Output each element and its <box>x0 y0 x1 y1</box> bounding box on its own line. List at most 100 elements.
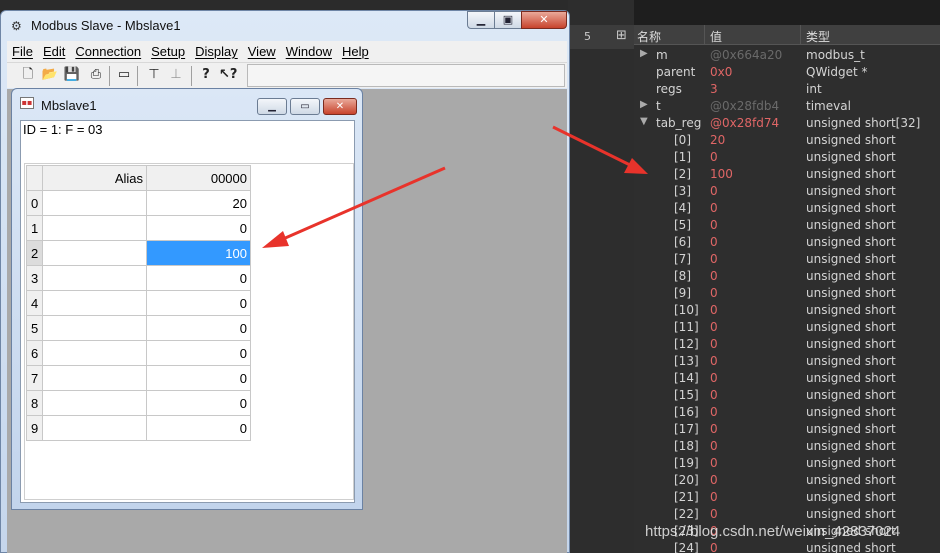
connect-icon[interactable]: ⊤ <box>145 66 163 84</box>
value-cell[interactable]: 20 <box>146 190 251 216</box>
array-type: unsigned short <box>806 456 896 470</box>
alias-cell[interactable] <box>42 315 147 341</box>
value-cell[interactable]: 0 <box>146 290 251 316</box>
expand-arrow-icon[interactable]: ▶ <box>640 48 648 59</box>
menu-edit[interactable]: Edit <box>38 44 70 59</box>
array-element-row[interactable]: [13] 0 unsigned short <box>634 354 940 371</box>
alias-cell[interactable] <box>42 390 147 416</box>
value-cell[interactable]: 0 <box>146 265 251 291</box>
array-element-row[interactable]: [6] 0 unsigned short <box>634 235 940 252</box>
context-help-icon[interactable]: ↖? <box>219 66 237 84</box>
locals-row[interactable]: ▶ m @0x664a20 modbus_t <box>634 48 940 65</box>
alias-cell[interactable] <box>42 190 147 216</box>
alias-cell[interactable] <box>42 415 147 441</box>
child-window-title: Mbslave1 <box>41 98 97 113</box>
table-row: 70 <box>26 365 251 391</box>
disconnect-icon[interactable]: ⊥ <box>167 66 185 84</box>
child-close-button[interactable]: ✕ <box>323 98 357 115</box>
locals-row[interactable]: ▶ t @0x28fdb4 timeval <box>634 99 940 116</box>
locals-row[interactable]: regs 3 int <box>634 82 940 99</box>
new-file-icon[interactable]: 🗋 <box>19 66 37 84</box>
array-element-row[interactable]: [15] 0 unsigned short <box>634 388 940 405</box>
alias-cell[interactable] <box>42 290 147 316</box>
name-column-header[interactable]: 名称 <box>637 28 661 45</box>
array-element-row[interactable]: [9] 0 unsigned short <box>634 286 940 303</box>
array-element-row[interactable]: [4] 0 unsigned short <box>634 201 940 218</box>
array-element-row[interactable]: [22] 0 unsigned short <box>634 507 940 524</box>
array-value: 0 <box>710 354 718 368</box>
menu-setup[interactable]: Setup <box>146 44 190 59</box>
close-button[interactable]: ✕ <box>521 11 567 29</box>
variable-name: t <box>656 99 661 113</box>
array-element-row[interactable]: [0] 20 unsigned short <box>634 133 940 150</box>
type-column-header[interactable]: 类型 <box>806 28 830 45</box>
menu-file[interactable]: File <box>7 44 38 59</box>
locals-row[interactable]: parent 0x0 QWidget * <box>634 65 940 82</box>
row-header: 2 <box>26 240 43 266</box>
alias-cell[interactable] <box>42 215 147 241</box>
array-element-row[interactable]: [8] 0 unsigned short <box>634 269 940 286</box>
array-element-row[interactable]: [12] 0 unsigned short <box>634 337 940 354</box>
array-index: [10] <box>674 303 699 317</box>
menu-view[interactable]: View <box>243 44 281 59</box>
value-cell[interactable]: 0 <box>146 340 251 366</box>
help-icon[interactable]: ? <box>197 66 215 84</box>
array-value: 0 <box>710 150 718 164</box>
row-header: 4 <box>26 290 43 316</box>
selected-value-cell[interactable]: 100 <box>146 240 251 266</box>
alias-cell[interactable] <box>42 340 147 366</box>
alias-cell[interactable] <box>42 240 147 266</box>
array-type: unsigned short <box>806 354 896 368</box>
array-element-row[interactable]: [17] 0 unsigned short <box>634 422 940 439</box>
print-icon[interactable]: ⎙ <box>87 66 105 84</box>
column-divider <box>704 25 705 45</box>
value-cell[interactable]: 0 <box>146 315 251 341</box>
child-restore-button[interactable]: ▭ <box>290 98 320 115</box>
array-element-row[interactable]: [5] 0 unsigned short <box>634 218 940 235</box>
array-element-row[interactable]: [14] 0 unsigned short <box>634 371 940 388</box>
value-cell[interactable]: 0 <box>146 215 251 241</box>
value-cell[interactable]: 0 <box>146 390 251 416</box>
value-column-header[interactable]: 值 <box>710 28 722 45</box>
child-minimize-button[interactable]: ▁ <box>257 98 287 115</box>
array-element-row[interactable]: [1] 0 unsigned short <box>634 150 940 167</box>
ide-line-number: 5 <box>584 30 591 43</box>
array-index: [12] <box>674 337 699 351</box>
expand-arrow-icon[interactable]: ▼ <box>640 116 648 127</box>
locals-row[interactable]: ▼ tab_reg @0x28fd74 unsigned short[32] <box>634 116 940 133</box>
array-element-row[interactable]: [24] 0 unsigned short <box>634 541 940 553</box>
variable-type: timeval <box>806 99 851 113</box>
menu-connection[interactable]: Connection <box>70 44 146 59</box>
alias-cell[interactable] <box>42 365 147 391</box>
menu-display[interactable]: Display <box>190 44 243 59</box>
array-index: [1] <box>674 150 691 164</box>
open-folder-icon[interactable]: 📂 <box>41 66 59 84</box>
array-element-row[interactable]: [11] 0 unsigned short <box>634 320 940 337</box>
array-element-row[interactable]: [19] 0 unsigned short <box>634 456 940 473</box>
address-column-header[interactable]: 00000 <box>146 165 251 191</box>
array-element-row[interactable]: [10] 0 unsigned short <box>634 303 940 320</box>
maximize-button[interactable]: ▣ <box>494 11 522 29</box>
value-cell[interactable]: 0 <box>146 415 251 441</box>
menu-window[interactable]: Window <box>281 44 337 59</box>
split-icon[interactable]: ⊞ <box>616 28 627 43</box>
save-icon[interactable]: 💾 <box>63 66 81 84</box>
array-element-row[interactable]: [20] 0 unsigned short <box>634 473 940 490</box>
array-element-row[interactable]: [21] 0 unsigned short <box>634 490 940 507</box>
array-element-row[interactable]: [16] 0 unsigned short <box>634 405 940 422</box>
variable-value: @0x28fdb4 <box>710 99 780 113</box>
alias-column-header[interactable]: Alias <box>42 165 147 191</box>
array-value: 0 <box>710 286 718 300</box>
minimize-button[interactable]: ▁ <box>467 11 495 29</box>
window-icon[interactable]: ▭ <box>115 66 133 84</box>
expand-arrow-icon[interactable]: ▶ <box>640 99 648 110</box>
menu-help[interactable]: Help <box>337 44 374 59</box>
array-value: 0 <box>710 507 718 521</box>
array-element-row[interactable]: [7] 0 unsigned short <box>634 252 940 269</box>
array-element-row[interactable]: [2] 100 unsigned short <box>634 167 940 184</box>
variable-type: QWidget * <box>806 65 868 79</box>
value-cell[interactable]: 0 <box>146 365 251 391</box>
array-element-row[interactable]: [18] 0 unsigned short <box>634 439 940 456</box>
array-element-row[interactable]: [3] 0 unsigned short <box>634 184 940 201</box>
alias-cell[interactable] <box>42 265 147 291</box>
